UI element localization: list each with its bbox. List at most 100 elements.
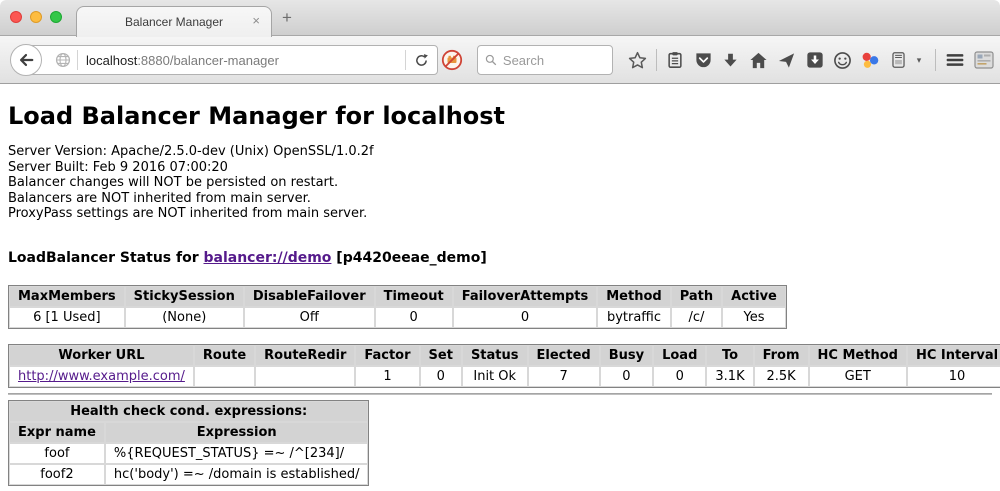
column-header: Load bbox=[653, 345, 706, 366]
column-header: Worker URL bbox=[9, 345, 194, 366]
load-cell: 0 bbox=[653, 366, 706, 387]
column-header: Status bbox=[462, 345, 528, 366]
page-thumbnail-icon[interactable] bbox=[974, 50, 994, 70]
column-header: StickySession bbox=[125, 286, 244, 307]
bookmark-star-icon[interactable] bbox=[628, 50, 647, 70]
url-bar[interactable]: localhost:8880/balancer-manager bbox=[24, 45, 438, 75]
toolbar-separator bbox=[935, 49, 936, 71]
save-page-icon[interactable] bbox=[805, 50, 824, 70]
column-header: From bbox=[754, 345, 809, 366]
server-version-line: Server Version: Apache/2.5.0-dev (Unix) … bbox=[8, 144, 992, 160]
column-header: FailoverAttempts bbox=[453, 286, 598, 307]
pocket-icon[interactable] bbox=[694, 50, 713, 70]
elected-cell: 7 bbox=[528, 366, 600, 387]
inherit-note-line: Balancers are NOT inherited from main se… bbox=[8, 191, 992, 207]
active-cell: Yes bbox=[722, 307, 786, 328]
feedback-smiley-icon[interactable] bbox=[833, 50, 852, 70]
factor-cell: 1 bbox=[355, 366, 419, 387]
health-table-title: Health check cond. expressions: bbox=[9, 401, 368, 422]
back-button[interactable] bbox=[10, 44, 42, 76]
path-cell: /c/ bbox=[671, 307, 722, 328]
hc-method-cell: GET bbox=[809, 366, 907, 387]
disablefailover-cell: Off bbox=[244, 307, 375, 328]
column-header: Method bbox=[597, 286, 670, 307]
toolbar-separator bbox=[656, 49, 657, 71]
url-path: :8880/balancer-manager bbox=[137, 53, 279, 68]
search-box[interactable] bbox=[477, 45, 613, 75]
column-header: Set bbox=[420, 345, 462, 366]
column-header: Elected bbox=[528, 345, 600, 366]
colored-dots-extension-icon[interactable] bbox=[861, 50, 880, 70]
send-plane-icon[interactable] bbox=[777, 50, 796, 70]
routeredir-cell bbox=[255, 366, 355, 387]
column-header: Expr name bbox=[9, 422, 105, 443]
table-title-row: Health check cond. expressions: bbox=[9, 401, 368, 422]
back-arrow-icon bbox=[17, 51, 35, 69]
reload-icon bbox=[414, 53, 429, 68]
table-header-row: Expr name Expression bbox=[9, 422, 368, 443]
expr-name-cell: foof2 bbox=[9, 464, 105, 485]
maxmembers-cell: 6 [1 Used] bbox=[9, 307, 125, 328]
column-header: To bbox=[706, 345, 753, 366]
stickysession-cell: (None) bbox=[125, 307, 244, 328]
from-cell: 2.5K bbox=[754, 366, 809, 387]
method-cell: bytraffic bbox=[597, 307, 670, 328]
status-cell: Init Ok bbox=[462, 366, 528, 387]
window-minimize-button[interactable] bbox=[30, 11, 42, 23]
column-header: Timeout bbox=[375, 286, 453, 307]
reading-list-icon[interactable] bbox=[666, 50, 685, 70]
worker-url-link[interactable]: http://www.example.com/ bbox=[18, 369, 185, 384]
url-text[interactable]: localhost:8880/balancer-manager bbox=[86, 53, 405, 68]
table-row: foof2 hc('body') =~ /domain is establish… bbox=[9, 464, 368, 485]
expression-cell: hc('body') =~ /domain is established/ bbox=[105, 464, 369, 485]
route-cell bbox=[194, 366, 255, 387]
column-header: Factor bbox=[355, 345, 419, 366]
site-identity-globe-icon bbox=[55, 52, 71, 68]
status-heading-suffix: [p4420eeae_demo] bbox=[331, 250, 486, 266]
chevron-down-icon[interactable]: ▾ bbox=[917, 55, 926, 66]
search-icon bbox=[485, 53, 497, 67]
horizontal-rule bbox=[8, 393, 992, 395]
table-row: http://www.example.com/ 1 0 Init Ok 7 0 … bbox=[9, 366, 1000, 387]
toolbar-icons: ▾ bbox=[628, 36, 994, 84]
browser-window: Balancer Manager × + localhost:8880/bala… bbox=[0, 0, 1000, 491]
home-icon[interactable] bbox=[749, 50, 768, 70]
download-icon[interactable] bbox=[722, 50, 741, 70]
new-tab-button[interactable]: + bbox=[282, 8, 292, 28]
plugin-blocked-icon[interactable] bbox=[441, 49, 463, 71]
worker-status-table: Worker URL Route RouteRedir Factor Set S… bbox=[8, 344, 1000, 388]
persist-note-line: Balancer changes will NOT be persisted o… bbox=[8, 175, 992, 191]
hamburger-menu-icon[interactable] bbox=[945, 50, 965, 70]
column-header: Busy bbox=[600, 345, 653, 366]
reload-button[interactable] bbox=[406, 53, 437, 68]
balancer-demo-link[interactable]: balancer://demo bbox=[204, 250, 332, 266]
expression-cell: %{REQUEST_STATUS} =~ /^[234]/ bbox=[105, 443, 369, 464]
balancer-settings-table: MaxMembers StickySession DisableFailover… bbox=[8, 285, 787, 329]
proxypass-note-line: ProxyPass settings are NOT inherited fro… bbox=[8, 206, 992, 222]
window-controls bbox=[10, 11, 62, 23]
server-built-line: Server Built: Feb 9 2016 07:00:20 bbox=[8, 160, 992, 176]
health-check-table: Health check cond. expressions: Expr nam… bbox=[8, 400, 369, 486]
url-domain: localhost bbox=[86, 53, 137, 68]
table-header-row: Worker URL Route RouteRedir Factor Set S… bbox=[9, 345, 1000, 366]
column-header: HC Method bbox=[809, 345, 907, 366]
tab-close-icon[interactable]: × bbox=[252, 14, 260, 27]
search-input[interactable] bbox=[503, 53, 605, 68]
column-header: Route bbox=[194, 345, 255, 366]
container-extension-icon[interactable] bbox=[889, 50, 908, 70]
set-cell: 0 bbox=[420, 366, 462, 387]
window-zoom-button[interactable] bbox=[50, 11, 62, 23]
column-header: DisableFailover bbox=[244, 286, 375, 307]
tab-balancer-manager[interactable]: Balancer Manager × bbox=[76, 6, 272, 37]
table-header-row: MaxMembers StickySession DisableFailover… bbox=[9, 286, 786, 307]
tab-title: Balancer Manager bbox=[125, 15, 223, 29]
expr-name-cell: foof bbox=[9, 443, 105, 464]
column-header: Expression bbox=[105, 422, 369, 443]
timeout-cell: 0 bbox=[375, 307, 453, 328]
busy-cell: 0 bbox=[600, 366, 653, 387]
server-info: Server Version: Apache/2.5.0-dev (Unix) … bbox=[8, 144, 992, 222]
column-header: MaxMembers bbox=[9, 286, 125, 307]
column-header: HC Interval bbox=[907, 345, 1000, 366]
page-content: Load Balancer Manager for localhost Serv… bbox=[0, 84, 1000, 491]
window-close-button[interactable] bbox=[10, 11, 22, 23]
